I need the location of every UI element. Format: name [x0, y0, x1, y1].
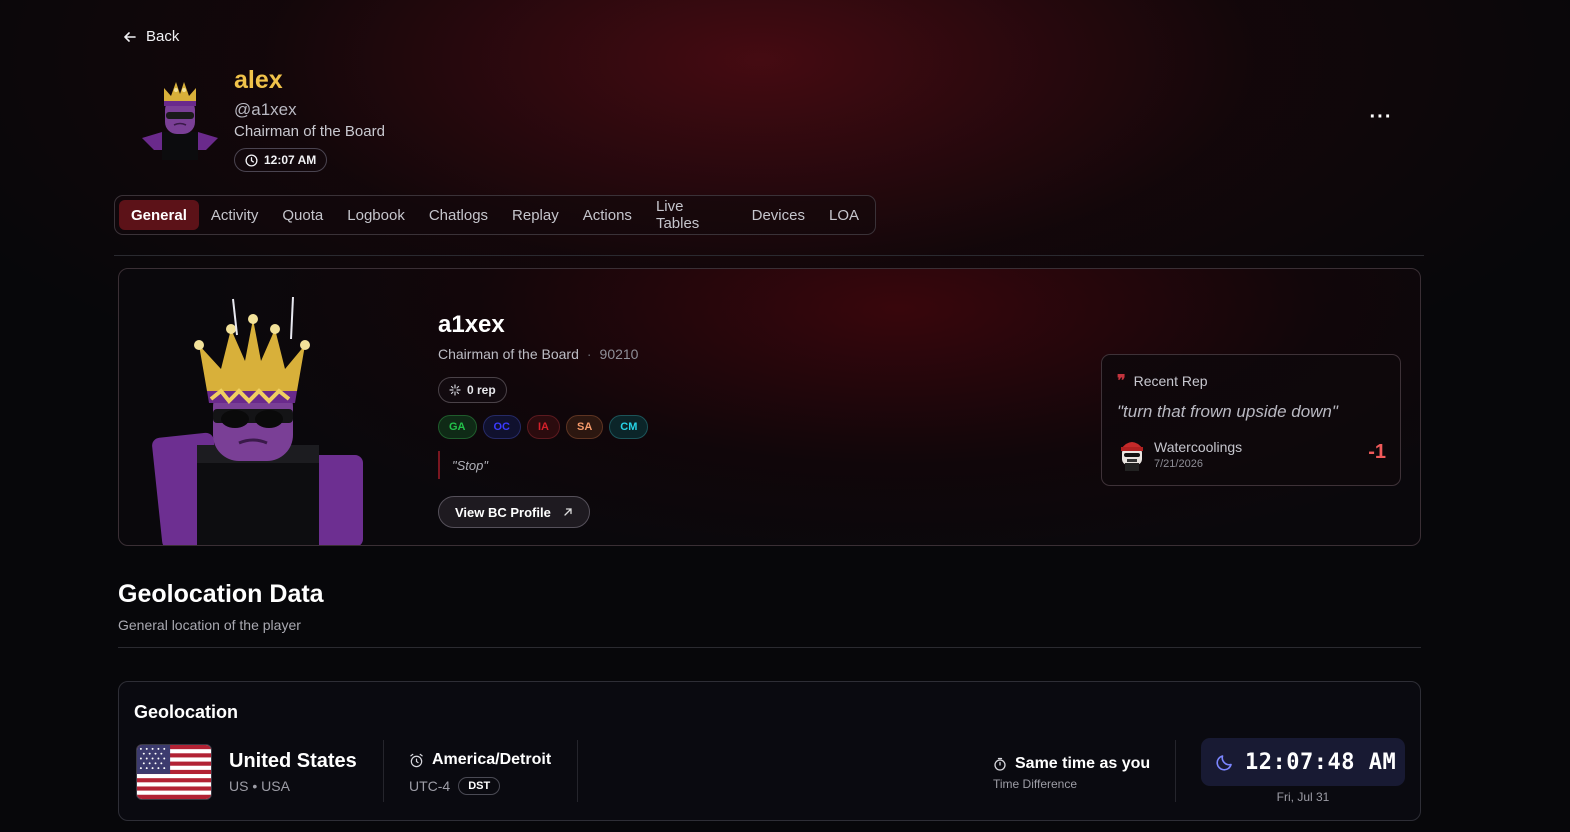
clock-time: 12:07:48 AM	[1245, 749, 1397, 775]
tab-replay[interactable]: Replay	[500, 200, 571, 230]
section-title: Geolocation Data	[118, 580, 324, 608]
rep-score: -1	[1368, 441, 1386, 463]
vertical-divider	[577, 740, 578, 802]
avatar-full-body	[152, 296, 363, 545]
recent-rep-title: Recent Rep	[1133, 372, 1208, 389]
back-button[interactable]: Back	[122, 28, 179, 45]
badge-oc: OC	[482, 415, 521, 439]
user-role: Chairman of the Board	[234, 123, 385, 140]
rep-user-name[interactable]: Watercoolings	[1154, 439, 1242, 455]
geolocation-card: Geolocation United States US • USA Ameri…	[118, 681, 1421, 821]
utc-offset: UTC-4	[409, 778, 451, 794]
time-difference-label: Time Difference	[993, 777, 1078, 791]
recent-rep-card: ❞ Recent Rep "turn that frown upside dow…	[1101, 354, 1401, 486]
rep-badge: 0 rep	[438, 377, 507, 403]
tab-activity[interactable]: Activity	[199, 200, 271, 230]
arrow-left-icon	[124, 31, 136, 42]
tab-general[interactable]: General	[119, 200, 199, 230]
tab-chatlogs[interactable]: Chatlogs	[417, 200, 500, 230]
vertical-divider	[1175, 740, 1176, 802]
tab-live-tables[interactable]: Live Tables	[644, 198, 740, 232]
recent-rep-header: ❞ Recent Rep	[1117, 371, 1208, 390]
avatar	[142, 82, 218, 160]
tab-logbook[interactable]: Logbook	[335, 200, 417, 230]
external-link-icon	[564, 508, 572, 516]
tab-quota[interactable]: Quota	[270, 200, 335, 230]
status-quote: "Stop"	[438, 451, 488, 479]
timezone: America/Detroit	[409, 751, 551, 769]
badge-cm: CM	[609, 415, 649, 439]
badge-ia: IA	[527, 415, 560, 439]
profile-card: a1xex Chairman of the Board · 90210 0 re…	[118, 268, 1421, 546]
utc-offset-row: UTC-4 DST	[409, 777, 501, 795]
separator-dot: ·	[586, 346, 592, 362]
display-name: alex	[234, 66, 283, 94]
tab-loa[interactable]: LOA	[817, 200, 871, 230]
moon-icon	[1216, 755, 1232, 771]
rep-count: 0 rep	[467, 383, 496, 397]
user-handle: @a1xex	[234, 100, 297, 119]
timezone-name: America/Detroit	[432, 751, 552, 768]
clock-date: Fri, Jul 31	[1276, 790, 1330, 804]
rep-user-avatar	[1121, 442, 1143, 471]
profile-username: a1xex	[438, 311, 505, 338]
alarm-clock-icon	[410, 753, 423, 767]
section-subtitle: General location of the player	[118, 617, 301, 633]
time-difference-value: Same time as you	[1015, 755, 1151, 772]
profile-subline: Chairman of the Board · 90210	[438, 346, 638, 362]
role-badges: GA OC IA SA CM	[438, 415, 649, 439]
back-label: Back	[146, 28, 180, 45]
geolocation-title: Geolocation	[134, 702, 239, 722]
country-codes: US • USA	[229, 778, 290, 794]
badge-sa: SA	[566, 415, 604, 439]
stopwatch-icon	[994, 757, 1006, 771]
tab-actions[interactable]: Actions	[571, 200, 644, 230]
quote-icon: ❞	[1117, 371, 1126, 390]
country-name: United States	[229, 750, 357, 772]
vertical-divider	[383, 740, 384, 802]
us-flag-icon	[136, 744, 212, 800]
profile-tabs: General Activity Quota Logbook Chatlogs …	[114, 195, 876, 235]
rep-date: 7/21/2026	[1154, 458, 1203, 470]
local-clock: 12:07:48 AM	[1201, 738, 1405, 786]
section-divider	[118, 647, 1421, 648]
dst-badge: DST	[458, 777, 501, 795]
local-time-badge: 12:07 AM	[234, 148, 328, 172]
more-options-button[interactable]: ···	[1368, 104, 1394, 130]
profile-page: Back alex @a1xex Chairman of the Board 1…	[0, 0, 1570, 832]
view-bc-profile-button[interactable]: View BC Profile	[438, 496, 590, 528]
tab-devices[interactable]: Devices	[740, 200, 817, 230]
sparkle-icon	[449, 384, 461, 396]
time-difference: Same time as you	[993, 755, 1150, 773]
view-bc-profile-label: View BC Profile	[455, 504, 551, 520]
local-time: 12:07 AM	[264, 153, 317, 167]
badge-ga: GA	[438, 415, 477, 439]
header-divider	[114, 255, 1424, 256]
recent-rep-quote: "turn that frown upside down"	[1117, 402, 1338, 421]
profile-user-number: 90210	[599, 346, 639, 362]
profile-role: Chairman of the Board	[438, 346, 579, 362]
clock-icon	[245, 153, 258, 167]
